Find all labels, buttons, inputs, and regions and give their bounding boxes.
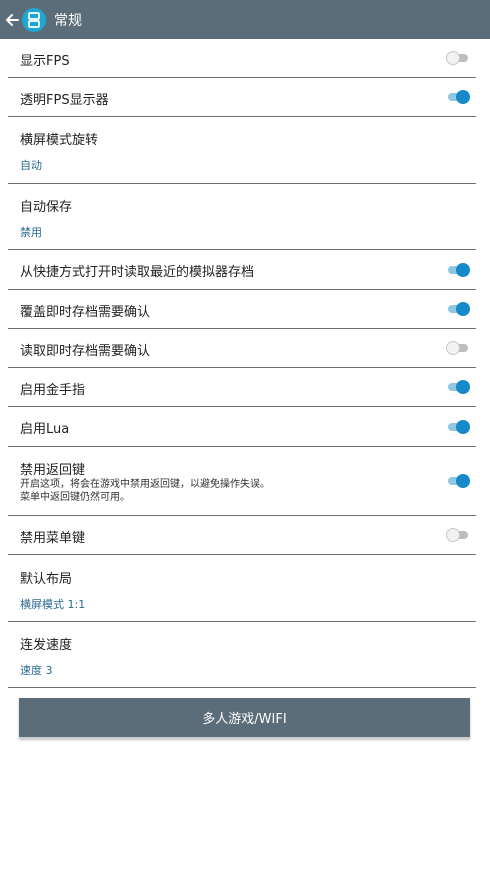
setting-title: 默认布局 xyxy=(20,572,73,587)
page-title: 常规 xyxy=(54,12,82,29)
setting-landscape-rotation[interactable]: 横屏模式旋转 自动 xyxy=(8,117,476,184)
setting-default-layout[interactable]: 默认布局 横屏模式 1:1 xyxy=(8,555,476,622)
setting-title: 启用Lua xyxy=(20,422,70,437)
setting-value: 自动 xyxy=(20,159,42,172)
setting-value: 禁用 xyxy=(20,226,42,239)
setting-title: 启用金手指 xyxy=(20,383,86,398)
setting-title: 禁用返回键 xyxy=(20,463,86,478)
setting-title: 从快捷方式打开时读取最近的模拟器存档 xyxy=(20,265,255,280)
setting-title: 显示FPS xyxy=(20,54,70,69)
disable-menu-key-toggle[interactable] xyxy=(446,528,468,542)
settings-list: 显示FPS 透明FPS显示器 横屏模式旋转 自动 自动保存 禁用 从快捷方式打开… xyxy=(0,39,490,688)
setting-auto-save[interactable]: 自动保存 禁用 xyxy=(8,184,476,250)
setting-description: 开启这项，将会在游戏中禁用返回键，以避免操作失误。 xyxy=(20,479,270,490)
setting-transparent-fps[interactable]: 透明FPS显示器 xyxy=(8,78,476,117)
setting-value: 横屏模式 1:1 xyxy=(20,598,86,611)
app-bar: 常规 xyxy=(0,0,490,39)
load-recent-save-toggle[interactable] xyxy=(448,263,470,277)
setting-title: 连发速度 xyxy=(20,638,73,653)
setting-disable-back-key[interactable]: 禁用返回键 开启这项，将会在游戏中禁用返回键，以避免操作失误。 菜单中返回键仍然… xyxy=(8,447,476,516)
setting-value: 速度 3 xyxy=(20,664,53,677)
disable-back-key-toggle[interactable] xyxy=(448,474,470,488)
emulator-app-icon[interactable] xyxy=(22,7,46,32)
setting-title: 禁用菜单键 xyxy=(20,531,86,546)
enable-cheats-toggle[interactable] xyxy=(448,380,470,394)
setting-title: 横屏模式旋转 xyxy=(20,133,99,148)
setting-confirm-overwrite[interactable]: 覆盖即时存档需要确认 xyxy=(8,290,476,329)
setting-turbo-speed[interactable]: 连发速度 速度 3 xyxy=(8,622,476,688)
enable-lua-toggle[interactable] xyxy=(448,420,470,434)
transparent-fps-toggle[interactable] xyxy=(448,90,470,104)
setting-description: 菜单中返回键仍然可用。 xyxy=(20,492,130,503)
setting-title: 自动保存 xyxy=(20,200,73,215)
setting-enable-cheats[interactable]: 启用金手指 xyxy=(8,368,476,407)
arrow-left-icon xyxy=(6,13,19,26)
back-button[interactable] xyxy=(2,0,22,39)
setting-enable-lua[interactable]: 启用Lua xyxy=(8,407,476,447)
setting-load-recent-save[interactable]: 从快捷方式打开时读取最近的模拟器存档 xyxy=(8,250,476,290)
confirm-overwrite-toggle[interactable] xyxy=(448,302,470,316)
confirm-load-toggle[interactable] xyxy=(446,341,468,355)
setting-title: 覆盖即时存档需要确认 xyxy=(20,305,151,320)
setting-disable-menu-key[interactable]: 禁用菜单键 xyxy=(8,516,476,555)
setting-show-fps[interactable]: 显示FPS xyxy=(8,39,476,78)
setting-confirm-load[interactable]: 读取即时存档需要确认 xyxy=(8,329,476,368)
multiplayer-wifi-button[interactable]: 多人游戏/WIFI xyxy=(19,698,470,739)
show-fps-toggle[interactable] xyxy=(446,51,468,65)
setting-title: 透明FPS显示器 xyxy=(20,93,109,108)
setting-title: 读取即时存档需要确认 xyxy=(20,344,151,359)
